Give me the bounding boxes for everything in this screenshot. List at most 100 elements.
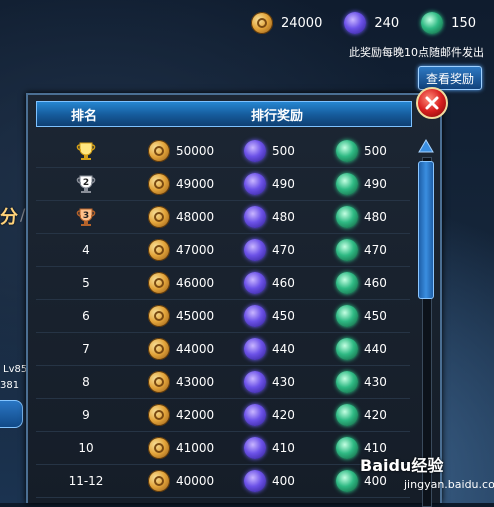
reward-row: 9 42000 420 420	[36, 399, 410, 432]
purple-gem-reward: 470	[244, 234, 295, 266]
coin-reward: 48000	[148, 201, 214, 233]
reward-list: 50000 500 500 2 49000 490 490 3 48000 480 480 4 4700…	[36, 135, 410, 498]
scrollbar[interactable]	[416, 139, 436, 507]
background-level: Lv85	[3, 364, 28, 375]
purple-gem-reward-value: 440	[272, 342, 295, 356]
currency-bar: 24000 240 150	[250, 12, 476, 34]
purple-icon	[244, 239, 266, 261]
green-icon	[336, 140, 358, 162]
green-gem-reward-value: 420	[364, 408, 387, 422]
green-icon	[336, 239, 358, 261]
purple-gem-reward-value: 490	[272, 177, 295, 191]
green-icon	[336, 173, 358, 195]
coin-reward: 42000	[148, 399, 214, 431]
green-gem-reward-value: 400	[364, 474, 387, 488]
purple-gem-reward-value: 400	[272, 474, 295, 488]
trophy-rank-number: 3	[83, 211, 89, 221]
coin-reward-value: 50000	[176, 144, 215, 158]
green-gem-reward: 470	[336, 234, 387, 266]
green-gem-reward-value: 430	[364, 375, 387, 389]
coin-reward-value: 45000	[176, 309, 215, 323]
green-gem-reward-value: 480	[364, 210, 387, 224]
coin-icon	[148, 470, 170, 492]
coin-reward-value: 41000	[176, 441, 215, 455]
coin-icon	[148, 404, 170, 426]
purple-gem-reward-value: 470	[272, 243, 295, 257]
reward-row: 11-12 40000 400 400	[36, 465, 410, 498]
purple-gem-reward-value: 450	[272, 309, 295, 323]
green-gem-reward: 430	[336, 366, 387, 398]
coin-reward-value: 48000	[176, 210, 215, 224]
close-icon	[425, 96, 439, 110]
background-number: 381	[0, 380, 20, 391]
bronze-trophy-icon: 3	[66, 201, 106, 233]
coin-icon	[250, 12, 273, 34]
purple-icon	[244, 437, 266, 459]
green-gem-reward: 480	[336, 201, 387, 233]
coin-reward: 47000	[148, 234, 214, 266]
purple-gem-reward: 500	[244, 135, 295, 167]
green-gem-amount: 150	[451, 15, 476, 31]
coin-reward: 45000	[148, 300, 214, 332]
background-left-tab[interactable]	[0, 400, 23, 428]
close-button[interactable]	[416, 87, 448, 119]
coin-currency: 24000	[250, 12, 322, 34]
purple-gem-reward: 480	[244, 201, 295, 233]
green-gem-reward: 500	[336, 135, 387, 167]
green-gem-reward-value: 470	[364, 243, 387, 257]
purple-gem-reward-value: 420	[272, 408, 295, 422]
coin-icon	[148, 338, 170, 360]
green-icon	[336, 305, 358, 327]
green-icon	[336, 437, 358, 459]
purple-icon	[244, 338, 266, 360]
purple-gem-reward: 410	[244, 432, 295, 464]
header-rank: 排名	[71, 108, 98, 124]
purple-gem-reward: 400	[244, 465, 295, 497]
rank-label: 4	[82, 243, 90, 257]
green-gem-reward-value: 490	[364, 177, 387, 191]
purple-gem-reward: 430	[244, 366, 295, 398]
coin-icon	[148, 140, 170, 162]
green-gem-reward-value: 450	[364, 309, 387, 323]
scroll-up-icon[interactable]	[418, 139, 434, 153]
coin-icon	[148, 371, 170, 393]
green-gem-reward: 460	[336, 267, 387, 299]
coin-icon	[148, 239, 170, 261]
purple-gem-reward: 450	[244, 300, 295, 332]
purple-icon	[244, 371, 266, 393]
rank-label: 11-12	[68, 474, 104, 488]
purple-gem-reward: 460	[244, 267, 295, 299]
green-icon	[336, 470, 358, 492]
coin-reward-value: 40000	[176, 474, 215, 488]
coin-reward: 49000	[148, 168, 214, 200]
purple-icon	[244, 206, 266, 228]
coin-icon	[148, 437, 170, 459]
rank-label: 5	[82, 276, 90, 290]
purple-icon	[244, 470, 266, 492]
coin-reward-value: 46000	[176, 276, 215, 290]
coin-icon	[148, 272, 170, 294]
purple-icon	[244, 140, 266, 162]
rank-label: 10	[78, 441, 94, 455]
coin-icon	[148, 173, 170, 195]
purple-gem-amount: 240	[374, 15, 400, 31]
reward-row: 7 44000 440 440	[36, 333, 410, 366]
green-icon	[336, 371, 358, 393]
reward-row: 8 43000 430 430	[36, 366, 410, 399]
green-icon	[336, 272, 358, 294]
green-icon	[336, 206, 358, 228]
green-gem-reward-value: 440	[364, 342, 387, 356]
gold-trophy-icon	[66, 135, 106, 167]
scroll-thumb[interactable]	[418, 161, 434, 299]
coin-reward: 40000	[148, 465, 214, 497]
purple-gem-reward-value: 430	[272, 375, 295, 389]
purple-gem-reward: 420	[244, 399, 295, 431]
purple-gem-reward-value: 460	[272, 276, 295, 290]
purple-gem-reward-value: 500	[272, 144, 295, 158]
coin-reward: 46000	[148, 267, 214, 299]
purple-icon	[244, 305, 266, 327]
coin-reward: 43000	[148, 366, 214, 398]
background-score-char: 分	[0, 207, 18, 228]
reward-row: 3 48000 480 480	[36, 201, 410, 234]
silver-trophy-icon: 2	[66, 168, 106, 200]
